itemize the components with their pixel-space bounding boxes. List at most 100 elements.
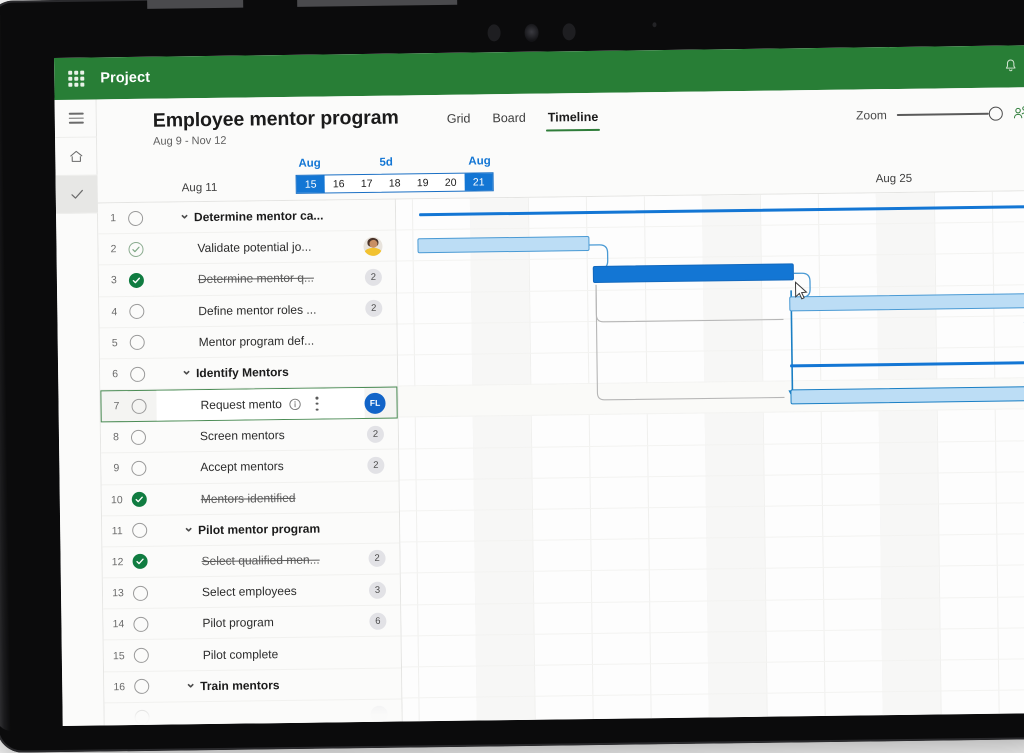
zoom-slider-thumb[interactable] <box>989 106 1003 120</box>
task-complete-checkbox[interactable] <box>134 648 149 663</box>
view-tabs: Grid Board Timeline <box>447 110 599 133</box>
task-row[interactable]: 1⌄Determine mentor ca... <box>98 200 395 235</box>
task-count-badge: 2 <box>365 269 382 286</box>
task-name-label: Validate potential jo... <box>153 239 363 256</box>
ruler-day-16[interactable]: 16 <box>325 175 353 192</box>
task-row-number: 10 <box>102 494 132 506</box>
task-name-input[interactable]: Request mento <box>156 388 364 421</box>
task-complete-checkbox[interactable] <box>131 430 146 445</box>
task-row-number: 5 <box>100 337 130 349</box>
task-row[interactable]: 11⌄Pilot mentor program <box>102 512 399 547</box>
task-name-label: Determine mentor q... <box>154 270 365 287</box>
task-row-number: 15 <box>104 650 134 662</box>
app-screen: Project <box>54 45 1024 726</box>
task-row[interactable]: 3 Determine mentor q...2 <box>99 262 396 297</box>
avatar[interactable] <box>363 236 382 255</box>
more-options-icon[interactable] <box>316 395 319 412</box>
task-row-number: 13 <box>103 587 133 599</box>
task-row[interactable] <box>104 699 401 726</box>
ruler-day-15[interactable]: 15 <box>297 175 325 192</box>
task-complete-checkbox[interactable] <box>131 398 146 413</box>
task-row[interactable]: 4 Define mentor roles ...2 <box>99 293 396 328</box>
task-complete-checkbox[interactable] <box>128 210 143 225</box>
zoom-slider[interactable] <box>897 106 1003 121</box>
tab-timeline[interactable]: Timeline <box>548 110 599 132</box>
share-people-icon[interactable] <box>1013 105 1024 120</box>
task-complete-checkbox[interactable] <box>135 710 150 725</box>
task-complete-checkbox[interactable] <box>130 335 145 350</box>
ruler-day-19[interactable]: 19 <box>409 174 437 191</box>
notification-bell-icon[interactable] <box>998 54 1022 78</box>
task-complete-checkbox[interactable] <box>131 461 146 476</box>
zoom-control-group: Zoom <box>856 105 1024 122</box>
ruler-day-17[interactable]: 17 <box>353 175 381 192</box>
task-complete-checkbox[interactable] <box>132 492 147 507</box>
task-name-label: Accept mentors <box>156 458 367 475</box>
task-row[interactable]: 7Request mentoFL <box>100 387 397 423</box>
task-name-label: Mentors identified <box>157 490 368 507</box>
home-icon[interactable] <box>55 137 97 176</box>
task-row[interactable]: 8Screen mentors2 <box>101 419 398 454</box>
ruler-day-21[interactable]: 21 <box>465 173 493 190</box>
gantt-bar[interactable] <box>417 236 589 253</box>
avatar[interactable]: FL <box>364 392 385 413</box>
status-led-icon <box>652 22 656 27</box>
task-row[interactable]: 15Pilot complete <box>104 637 401 672</box>
task-row[interactable]: 14Pilot program6 <box>103 606 400 641</box>
ruler-day-20[interactable]: 20 <box>437 174 465 191</box>
task-row[interactable]: 2Validate potential jo... <box>98 231 395 266</box>
task-row[interactable]: 6⌄Identify Mentors <box>100 355 397 390</box>
ruler-label-right: Aug 25 <box>876 173 913 185</box>
chevron-down-icon[interactable]: ⌄ <box>183 520 194 535</box>
app-launcher-waffle-icon[interactable] <box>68 71 84 87</box>
task-complete-checkbox[interactable] <box>129 273 144 288</box>
task-complete-checkbox[interactable] <box>133 585 148 600</box>
task-complete-checkbox[interactable] <box>128 242 143 257</box>
task-complete-checkbox[interactable] <box>134 679 149 694</box>
task-row[interactable]: 16⌄Train mentors <box>104 668 401 703</box>
task-name-label: Define mentor roles ... <box>154 302 365 319</box>
task-complete-checkbox[interactable] <box>133 617 148 632</box>
hamburger-menu-icon[interactable] <box>55 99 97 138</box>
task-row[interactable]: 13Select employees3 <box>103 575 400 610</box>
task-row-number: 12 <box>103 556 133 568</box>
selection-duration-label: 5d <box>379 157 393 169</box>
task-row-number: 4 <box>99 306 129 318</box>
task-complete-checkbox[interactable] <box>133 554 148 569</box>
front-camera-icon <box>524 24 538 42</box>
chevron-down-icon[interactable]: ⌄ <box>179 207 190 222</box>
date-range-selector[interactable]: 15161718192021 <box>296 172 494 194</box>
task-complete-checkbox[interactable] <box>132 523 147 538</box>
task-row-number: 1 <box>98 212 128 224</box>
task-row[interactable]: 9Accept mentors2 <box>101 450 398 485</box>
task-name-label: Request mento <box>200 397 282 412</box>
gantt-bar[interactable] <box>789 292 1024 311</box>
task-name-label: Select employees <box>158 583 369 600</box>
tab-grid[interactable]: Grid <box>447 112 471 133</box>
task-count-badge: 2 <box>365 300 382 317</box>
tab-board[interactable]: Board <box>492 111 526 132</box>
task-name-label: ⌄Train mentors <box>159 676 370 695</box>
gantt-bar[interactable] <box>790 386 1024 405</box>
task-row-number: 3 <box>99 275 129 287</box>
task-row[interactable]: 12 Select qualified men...2 <box>102 543 399 578</box>
zoom-label: Zoom <box>856 108 887 122</box>
tasks-checkmark-icon[interactable] <box>56 175 98 214</box>
task-row-number: 9 <box>101 462 131 474</box>
task-name-label: ⌄Pilot mentor program <box>157 520 368 539</box>
chevron-down-icon[interactable]: ⌄ <box>181 363 192 378</box>
task-name-label: Select qualified men... <box>158 552 369 569</box>
chevron-down-icon[interactable]: ⌄ <box>185 676 196 691</box>
task-row[interactable]: 5Mentor program def... <box>100 324 397 359</box>
task-complete-checkbox[interactable] <box>130 366 145 381</box>
task-complete-checkbox[interactable] <box>129 304 144 319</box>
info-circle-icon[interactable] <box>289 397 302 410</box>
camera-sensor-icon <box>562 23 575 40</box>
task-count-badge: 2 <box>368 550 385 567</box>
app-name[interactable]: Project <box>100 70 150 87</box>
ruler-day-18[interactable]: 18 <box>381 174 409 191</box>
gantt-bar-selected[interactable] <box>593 264 794 284</box>
task-count-badge: 6 <box>369 613 386 630</box>
zoom-slider-track <box>897 112 989 115</box>
task-row[interactable]: 10 Mentors identified <box>102 481 399 516</box>
